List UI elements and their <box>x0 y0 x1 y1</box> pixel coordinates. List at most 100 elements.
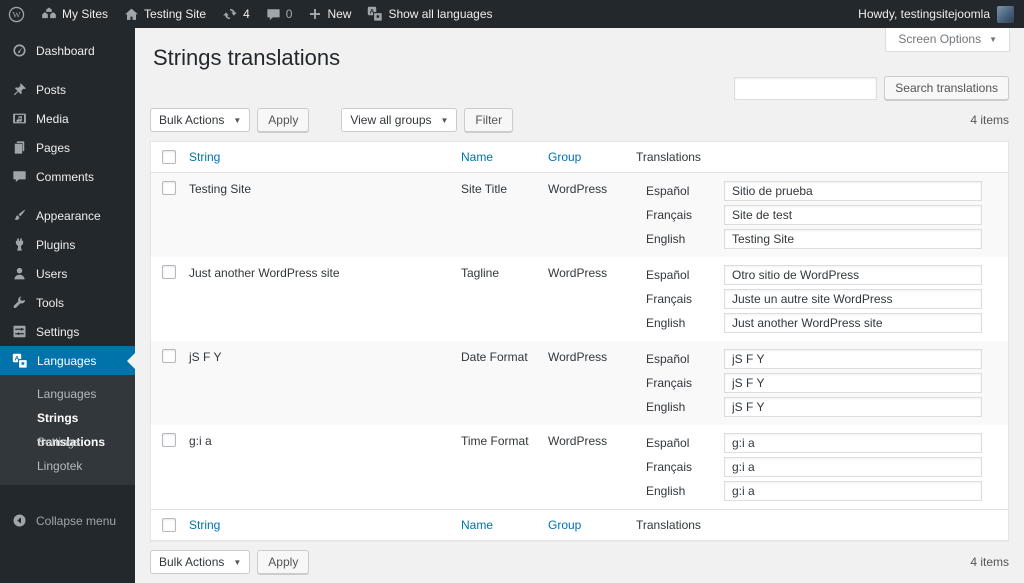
items-count: 4 items <box>970 555 1009 569</box>
language-label: Español <box>646 268 690 282</box>
sidebar-item-label: Dashboard <box>36 43 95 58</box>
table-row: jS F Y Date Format WordPress Español Fra… <box>151 341 1008 425</box>
howdy-menu[interactable]: Howdy, testingsitejoomla <box>858 7 990 21</box>
sidebar-item-media[interactable]: Media <box>0 104 135 133</box>
translation-input[interactable] <box>724 373 982 393</box>
translations-cell: Español Français English <box>636 257 1008 341</box>
dashboard-icon <box>12 43 27 58</box>
select-all-checkbox[interactable] <box>162 518 176 532</box>
sidebar: Dashboard Posts Media Pages Comments App… <box>0 28 135 583</box>
sidebar-item-tools[interactable]: Tools <box>0 288 135 317</box>
media-icon <box>12 111 27 126</box>
row-checkbox[interactable] <box>162 349 176 363</box>
language-label: Français <box>646 376 693 390</box>
my-sites-icon <box>41 6 57 22</box>
sidebar-subitem-strings-translations[interactable]: Strings translations <box>0 406 135 449</box>
row-checkbox[interactable] <box>162 181 176 195</box>
view-groups-label: View all groups <box>350 113 432 127</box>
sidebar-item-comments[interactable]: Comments <box>0 162 135 191</box>
screen-options-button[interactable]: Screen Options ▼ <box>885 28 1010 52</box>
sidebar-item-posts[interactable]: Posts <box>0 75 135 104</box>
sidebar-item-dashboard[interactable]: Dashboard <box>0 36 135 65</box>
admin-bar-right: Howdy, testingsitejoomla <box>858 0 1024 28</box>
collapse-menu-button[interactable]: Collapse menu <box>0 506 135 535</box>
sidebar-subitem-languages[interactable]: Languages <box>0 382 135 406</box>
translation-row: Français <box>646 205 982 225</box>
wp-logo-menu[interactable]: W <box>0 0 33 28</box>
translation-input[interactable] <box>724 313 982 333</box>
name-cell: Tagline <box>461 266 500 280</box>
apply-button[interactable]: Apply <box>257 108 310 132</box>
sort-string-header[interactable]: String <box>189 150 220 164</box>
languages-submenu: Languages Strings translations Settings … <box>0 375 135 485</box>
sidebar-item-pages[interactable]: Pages <box>0 133 135 162</box>
avatar[interactable] <box>997 5 1014 23</box>
table-row: Testing Site Site Title WordPress Españo… <box>151 173 1008 257</box>
row-checkbox[interactable] <box>162 265 176 279</box>
sidebar-item-users[interactable]: Users <box>0 259 135 288</box>
site-menu[interactable]: Testing Site <box>116 0 214 28</box>
table-row: Just another WordPress site Tagline Word… <box>151 257 1008 341</box>
translation-input[interactable] <box>724 205 982 225</box>
sort-group-header[interactable]: Group <box>548 150 581 164</box>
items-count: 4 items <box>970 113 1009 127</box>
translations-cell: Español Français English <box>636 425 1008 509</box>
sidebar-item-label: Comments <box>36 169 95 184</box>
sort-name-header[interactable]: Name <box>461 150 493 164</box>
translation-row: Français <box>646 289 982 309</box>
table-footer: String Name Group Translations <box>151 509 1008 540</box>
show-all-languages-menu[interactable]: A Show all languages <box>359 0 500 28</box>
translation-row: Español <box>646 181 982 201</box>
view-groups-select[interactable]: View all groups ▼ <box>341 108 458 132</box>
sort-name-header[interactable]: Name <box>461 518 493 532</box>
translations-cell: Español Français English <box>636 341 1008 425</box>
bulk-actions-select[interactable]: Bulk Actions ▼ <box>150 108 251 132</box>
pushpin-icon <box>12 82 27 97</box>
translation-input[interactable] <box>724 433 982 453</box>
comment-icon <box>12 169 27 184</box>
translation-input[interactable] <box>724 481 982 501</box>
language-label: Français <box>646 292 693 306</box>
translation-input[interactable] <box>724 349 982 369</box>
sidebar-subitem-settings[interactable]: Settings <box>0 430 135 454</box>
translation-input[interactable] <box>724 289 982 309</box>
translation-input[interactable] <box>724 229 982 249</box>
apply-button[interactable]: Apply <box>257 550 310 574</box>
admin-bar: W My Sites Testing Site 4 0 New A Show a… <box>0 0 1024 28</box>
sort-string-header[interactable]: String <box>189 518 220 532</box>
translation-row: Español <box>646 349 982 369</box>
search-input[interactable] <box>734 76 878 100</box>
translation-input[interactable] <box>724 457 982 477</box>
translation-input[interactable] <box>724 181 982 201</box>
site-name-label: Testing Site <box>144 7 207 21</box>
sidebar-item-settings[interactable]: Settings <box>0 317 135 346</box>
bulk-actions-select[interactable]: Bulk Actions ▼ <box>150 550 251 574</box>
sidebar-item-label: Plugins <box>36 237 76 252</box>
sort-group-header[interactable]: Group <box>548 518 581 532</box>
translation-input[interactable] <box>724 265 982 285</box>
filter-button[interactable]: Filter <box>464 108 514 132</box>
menu-separator <box>0 191 135 201</box>
new-menu[interactable]: New <box>300 0 359 28</box>
sidebar-item-languages[interactable]: A Languages <box>0 346 135 375</box>
sidebar-subitem-lingotek[interactable]: Lingotek <box>0 454 135 478</box>
sidebar-item-appearance[interactable]: Appearance <box>0 201 135 230</box>
search-translations-button[interactable]: Search translations <box>884 76 1009 100</box>
table-header: String Name Group Translations <box>151 142 1008 173</box>
string-cell: jS F Y <box>189 350 222 364</box>
sidebar-item-plugins[interactable]: Plugins <box>0 230 135 259</box>
my-sites-menu[interactable]: My Sites <box>33 0 116 28</box>
group-cell: WordPress <box>548 266 608 280</box>
user-icon <box>12 266 27 281</box>
page-title: Strings translations <box>153 45 341 70</box>
show-all-languages-label: Show all languages <box>388 7 493 21</box>
string-cell: Testing Site <box>189 182 252 196</box>
row-checkbox[interactable] <box>162 433 176 447</box>
translation-row: English <box>646 397 982 417</box>
translation-input[interactable] <box>724 397 982 417</box>
select-all-checkbox[interactable] <box>162 150 176 164</box>
main-content: Screen Options ▼ Strings translations Se… <box>135 28 1024 583</box>
updates-menu[interactable]: 4 <box>214 0 258 28</box>
translation-icon: A <box>367 6 384 22</box>
comments-menu[interactable]: 0 <box>258 0 301 28</box>
